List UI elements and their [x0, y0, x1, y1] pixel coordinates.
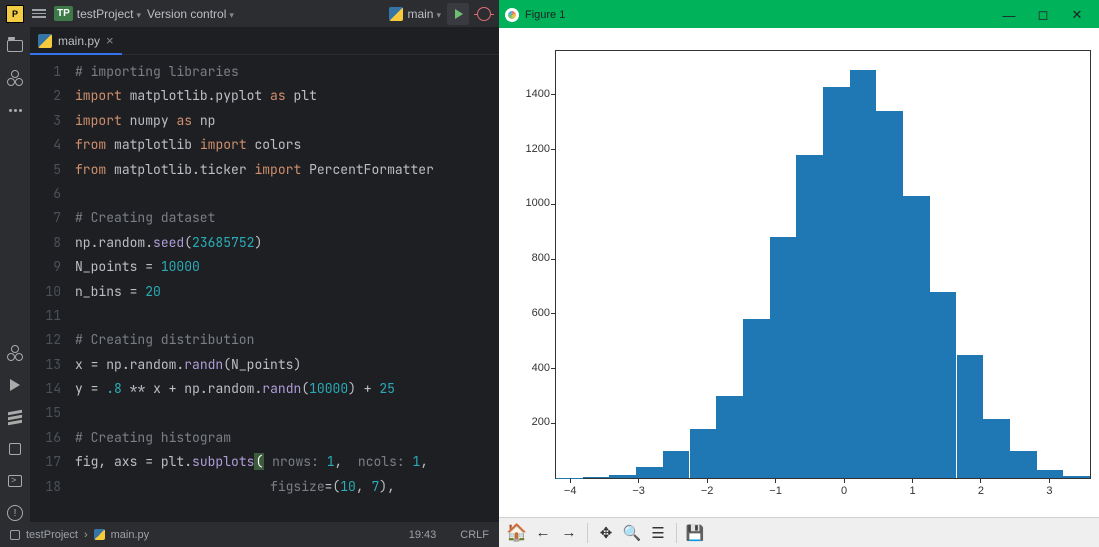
histogram-bar — [1010, 451, 1037, 478]
vcs-selector[interactable]: Version control — [147, 7, 234, 21]
mpl-configure-button[interactable]: ☰ — [646, 521, 670, 545]
histogram-bars — [556, 51, 1090, 478]
status-bar: testProject › main.py 19:43 CRLF — [0, 522, 499, 547]
debug-tool-button[interactable] — [6, 440, 24, 458]
histogram-bar — [609, 475, 636, 478]
structure-icon — [7, 70, 23, 86]
x-tick: 1 — [912, 478, 913, 483]
warn-icon: ! — [7, 505, 23, 521]
ide-logo: P — [6, 5, 24, 23]
histogram-bar — [636, 467, 663, 478]
python-icon — [389, 7, 403, 21]
histogram-bar — [930, 292, 957, 478]
histogram-bar — [957, 355, 984, 478]
cursor-position[interactable]: 19:43 — [409, 529, 437, 541]
left-tool-strip: ! — [0, 27, 30, 522]
breadcrumb-file[interactable]: main.py — [111, 529, 150, 541]
tab-label: main.py — [58, 34, 100, 48]
ide-topbar: P TP testProject Version control main — [0, 0, 499, 27]
histogram-bar — [903, 196, 930, 478]
mpl-forward-button[interactable]: → — [557, 521, 581, 545]
x-tick: 3 — [1049, 478, 1050, 483]
histogram-bar — [663, 451, 690, 478]
breadcrumb-sep: › — [84, 529, 88, 541]
toolbar-separator — [676, 523, 677, 543]
figure-title: Figure 1 — [525, 9, 565, 21]
code-content[interactable]: # importing librariesimport matplotlib.p… — [75, 60, 499, 522]
close-button[interactable]: ✕ — [1069, 7, 1085, 23]
mpl-back-button[interactable]: ← — [531, 521, 555, 545]
x-tick: 2 — [980, 478, 981, 483]
stop-icon — [9, 443, 21, 455]
run-tool-button[interactable] — [6, 376, 24, 394]
matplotlib-logo-icon — [505, 8, 519, 22]
bug-icon — [477, 7, 491, 21]
histogram-bar — [770, 237, 797, 478]
x-tick: 0 — [844, 478, 845, 483]
vcs-label: Version control — [147, 7, 234, 21]
ide-panel: P TP testProject Version control main ! — [0, 0, 499, 547]
histogram-bar — [583, 477, 610, 478]
console-icon — [7, 345, 23, 361]
terminal-icon — [8, 475, 22, 487]
axes: 200400600800100012001400−4−3−2−10123 — [555, 50, 1091, 479]
line-gutter: 123456789101112131415161718 — [30, 60, 75, 522]
histogram-bar — [1037, 470, 1064, 478]
structure-tool-button[interactable] — [6, 69, 24, 87]
mpl-save-button[interactable]: 💾 — [683, 521, 707, 545]
mpl-zoom-button[interactable]: 🔍 — [620, 521, 644, 545]
close-icon[interactable]: × — [106, 33, 114, 48]
x-tick: −2 — [707, 478, 708, 483]
histogram-bar — [850, 70, 877, 478]
run-button[interactable] — [447, 3, 469, 25]
matplotlib-toolbar: 🏠 ← → ✥ 🔍 ☰ 💾 — [499, 517, 1099, 547]
project-name: testProject — [77, 7, 141, 21]
editor-tab-bar: main.py × — [30, 27, 499, 55]
run-config-name: main — [407, 7, 441, 21]
status-indicator-icon[interactable] — [10, 530, 20, 540]
folder-icon — [7, 40, 23, 52]
run-config-selector[interactable]: main — [389, 7, 441, 21]
problems-tool-button[interactable]: ! — [6, 504, 24, 522]
x-tick: −1 — [775, 478, 776, 483]
histogram-bar — [876, 111, 903, 478]
more-tool-button[interactable] — [6, 101, 24, 119]
histogram-bar — [796, 155, 823, 478]
histogram-bar — [1063, 476, 1090, 478]
python-icon — [38, 34, 52, 48]
ellipsis-icon — [9, 109, 22, 112]
code-editor[interactable]: 123456789101112131415161718 # importing … — [30, 55, 499, 522]
debug-button[interactable] — [475, 5, 493, 23]
histogram-bar — [743, 319, 770, 478]
python-icon — [94, 529, 105, 540]
figure-titlebar[interactable]: Figure 1 — ◻ ✕ — [499, 2, 1099, 28]
python-console-button[interactable] — [6, 344, 24, 362]
line-separator[interactable]: CRLF — [460, 529, 489, 541]
breadcrumb-project[interactable]: testProject — [26, 529, 78, 541]
maximize-button[interactable]: ◻ — [1035, 7, 1051, 23]
x-tick: −3 — [638, 478, 639, 483]
plot-area: 200400600800100012001400−4−3−2−10123 — [499, 28, 1099, 517]
histogram-bar — [983, 419, 1010, 478]
terminal-tool-button[interactable] — [6, 472, 24, 490]
mpl-pan-button[interactable]: ✥ — [594, 521, 618, 545]
editor-tab-main-py[interactable]: main.py × — [30, 27, 122, 55]
x-tick: −4 — [570, 478, 571, 483]
services-tool-button[interactable] — [6, 408, 24, 426]
project-tool-button[interactable] — [6, 37, 24, 55]
layers-icon — [8, 410, 22, 424]
play-icon — [455, 9, 463, 19]
main-menu-icon[interactable] — [30, 5, 48, 23]
histogram-bar — [716, 396, 743, 478]
minimize-button[interactable]: — — [1001, 7, 1017, 23]
play-outline-icon — [10, 379, 20, 391]
histogram-bar — [690, 429, 717, 478]
project-selector[interactable]: TP testProject — [54, 6, 141, 21]
histogram-bar — [823, 87, 850, 478]
toolbar-separator — [587, 523, 588, 543]
mpl-home-button[interactable]: 🏠 — [505, 521, 529, 545]
figure-window: Figure 1 — ◻ ✕ 200400600800100012001400−… — [499, 0, 1099, 547]
project-badge: TP — [54, 6, 73, 21]
